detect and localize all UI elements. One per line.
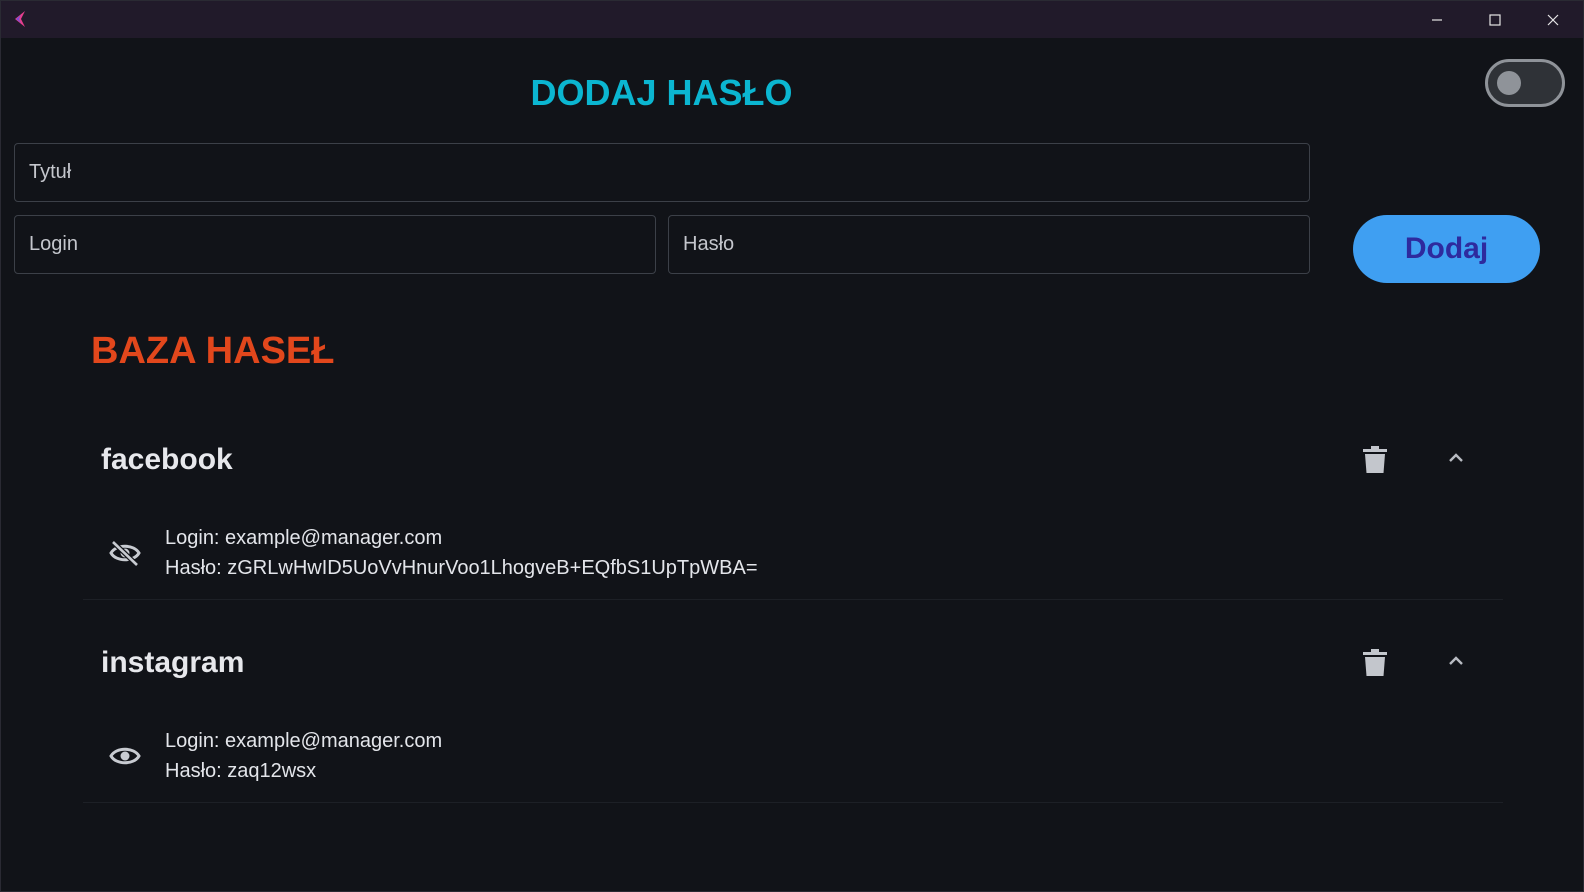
app-window: DODAJ HASŁO Dodaj BAZA HASEŁ facebook Lo… [0, 0, 1584, 892]
entry-details: Login: example@manager.com Hasło: zGRLwH… [165, 523, 758, 583]
add-password-title: DODAJ HASŁO [530, 72, 793, 113]
maximize-icon [1489, 13, 1501, 26]
app-logo-icon [15, 11, 25, 27]
entry-password-text: Hasło: zaq12wsx [165, 760, 317, 782]
password-database-title: BAZA HASEŁ [91, 330, 335, 372]
toggle-knob [1497, 71, 1521, 95]
title-bar[interactable] [1, 1, 1583, 38]
add-button[interactable]: Dodaj [1353, 215, 1540, 283]
title-input[interactable] [14, 143, 1310, 202]
close-button[interactable] [1524, 1, 1582, 38]
password-entry: facebook Login: example@manager.com Hasł… [83, 426, 1503, 600]
entry-title[interactable]: facebook [101, 440, 233, 480]
login-input[interactable] [14, 215, 656, 274]
minimize-button[interactable] [1408, 1, 1466, 38]
trash-icon[interactable] [1363, 446, 1387, 474]
entry-password-text: Hasło: zGRLwHwID5UoVvHnurVoo1LhogveB+EQf… [165, 557, 758, 579]
trash-icon[interactable] [1363, 649, 1387, 677]
entry-login-text: Login: example@manager.com [165, 730, 443, 752]
entry-details: Login: example@manager.com Hasło: zaq12w… [165, 726, 442, 786]
minimize-icon [1432, 18, 1442, 21]
theme-toggle[interactable] [1485, 59, 1565, 107]
chevron-up-icon[interactable] [1446, 448, 1466, 468]
entry-login-text: Login: example@manager.com [165, 527, 443, 549]
password-entry: instagram Login: example@manager.com Has… [83, 629, 1503, 803]
eye-off-icon[interactable] [109, 539, 141, 567]
maximize-button[interactable] [1466, 1, 1524, 38]
close-icon [1547, 14, 1559, 25]
password-input[interactable] [668, 215, 1310, 274]
chevron-up-icon[interactable] [1446, 651, 1466, 671]
eye-icon[interactable] [109, 742, 141, 770]
entry-title[interactable]: instagram [101, 643, 244, 683]
